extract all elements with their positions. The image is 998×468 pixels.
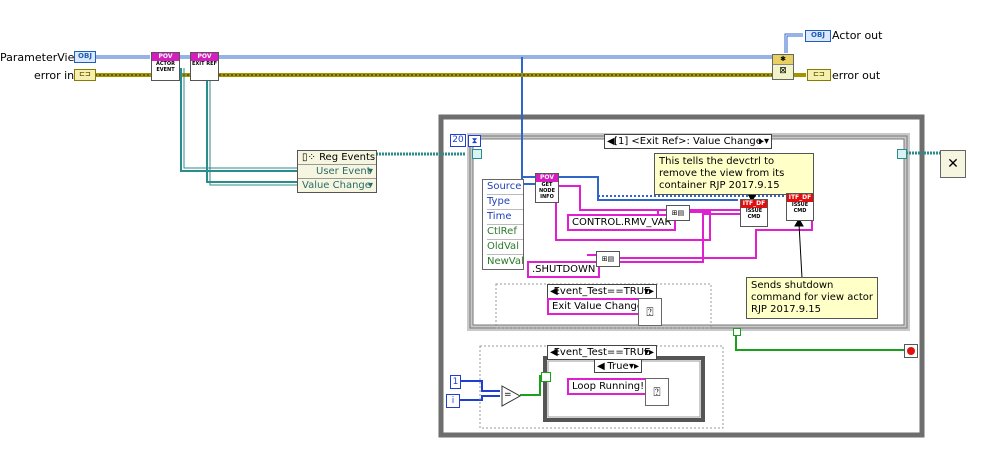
diagram-disable-selector-inner[interactable]: ◀ Event_Test==TRUE ▾▸ <box>547 284 657 299</box>
exit-ref-header: POV <box>191 53 218 61</box>
hourglass-icon: ⧗ <box>468 135 481 147</box>
reg-events-row-label: Value Change <box>302 180 371 191</box>
exit-ref-body: EXIT REF <box>192 61 217 67</box>
event-data-source[interactable]: Source <box>487 180 523 195</box>
event-data-ctlref[interactable]: CtlRef <box>487 225 523 240</box>
issue-cmd-header: ITF_DF <box>787 194 813 202</box>
issue-cmd-subvi-2[interactable]: ITF_DF ISSUE CMD <box>786 193 814 221</box>
concat-strings-node-2[interactable]: ⊞▤ <box>596 251 620 267</box>
stop-condition-terminal[interactable] <box>904 344 918 358</box>
reg-events-node[interactable]: ▯⁘ Reg Events User Event ▾ Value Change … <box>297 150 377 193</box>
chevron-down-icon[interactable]: ▾▸ <box>629 360 639 373</box>
equal-node-label: = <box>504 390 512 400</box>
issue-cmd-body: ISSUE CMD <box>745 208 763 220</box>
exit-ref-subvi[interactable]: POV EXIT REF <box>190 52 219 81</box>
issue-cmd-subvi-1[interactable]: ITF_DF ISSUE CMD <box>740 199 768 227</box>
numeric-one-constant[interactable]: 1 <box>450 375 461 389</box>
diagram-disable-selector-outer[interactable]: ◀ Event_Test==TRUE ▾▸ <box>547 345 657 360</box>
timeout-constant[interactable]: 20 <box>450 134 466 147</box>
actor-event-body: ACTOR EVENT <box>155 61 176 73</box>
diagram-disable-outer-label: Event_Test==TRUE <box>553 347 651 358</box>
event-data-newval[interactable]: NewVal <box>487 255 524 269</box>
error-out-terminal[interactable]: ⊏⊐ <box>807 69 831 81</box>
event-data-oldval[interactable]: OldVal <box>487 240 523 255</box>
actor-event-header: POV <box>152 53 179 61</box>
one-button-dialog-icon-2[interactable]: ⍰ <box>645 378 669 406</box>
case-selector-terminal[interactable] <box>541 372 551 382</box>
decrement-arrow-icon[interactable]: ◀ <box>550 285 558 298</box>
one-button-dialog-icon[interactable]: ⍰ <box>638 298 662 326</box>
chevron-down-icon[interactable]: ▾▸ <box>644 285 654 298</box>
event-data-time[interactable]: Time <box>487 210 523 225</box>
event-data-node[interactable]: Source Type Time CtlRef OldVal NewVal <box>482 179 524 270</box>
boolean-tunnel <box>733 328 741 336</box>
actor-out-terminal[interactable]: OBJ <box>805 30 831 42</box>
get-node-info-body: GET NODE INFO <box>538 182 555 200</box>
get-node-info-subvi[interactable]: POV GET NODE INFO <box>535 173 559 203</box>
decrement-arrow-icon[interactable]: ◀ <box>607 135 615 148</box>
error-out-label: error out <box>832 69 881 82</box>
issue-cmd-header: ITF_DF <box>741 200 767 208</box>
decrement-arrow-icon[interactable]: ◀ <box>597 360 605 373</box>
diagram-disable-inner-label: Event_Test==TRUE <box>553 286 651 297</box>
dynamic-event-terminal[interactable] <box>472 149 482 159</box>
unregister-events-icon[interactable]: ✕ <box>940 150 966 178</box>
chevron-down-icon[interactable]: ▾▸ <box>644 346 654 359</box>
error-in-label: error in <box>34 69 75 82</box>
comment-shutdown-cmd: Sends shutdown command for view actor RJ… <box>746 277 878 319</box>
concat-strings-node-1[interactable]: ⊞▤ <box>666 205 690 221</box>
event-wire <box>180 68 940 186</box>
control-rmv-var-constant[interactable]: CONTROL.RMV_VAR <box>567 214 677 231</box>
merge-node-icon[interactable]: ✱ ⊠ <box>772 54 794 80</box>
event-output-terminal[interactable] <box>897 149 907 159</box>
event-data-type[interactable]: Type <box>487 195 523 210</box>
comment-remove-view: This tells the devctrl to remove the vie… <box>654 153 814 195</box>
error-in-terminal[interactable]: ⊏⊐ <box>74 69 96 81</box>
reg-events-title: Reg Events <box>319 152 376 163</box>
actor-event-subvi[interactable]: POV ACTOR EVENT <box>151 52 180 81</box>
loop-running-constant[interactable]: Loop Running! <box>567 378 650 395</box>
case-selector-true[interactable]: ◀ True ▾▸ <box>594 359 642 373</box>
loop-iteration-terminal[interactable]: i <box>446 394 460 408</box>
event-case-selector-label: [1] <Exit Ref>: Value Change <box>614 136 762 147</box>
reg-events-icon: ▯⁘ <box>302 152 320 163</box>
reg-events-row-value-change[interactable]: Value Change ▾ <box>298 179 376 192</box>
event-case-selector[interactable]: ◀ [1] <Exit Ref>: Value Change ▸▾ <box>604 134 772 149</box>
chevron-down-icon: ▾ <box>367 166 373 177</box>
parameter-view-terminal[interactable]: OBJ <box>74 51 96 63</box>
chevron-down-icon[interactable]: ▸▾ <box>759 135 769 148</box>
case-selector-true-label: True <box>607 361 629 372</box>
chevron-down-icon: ▾ <box>367 180 373 191</box>
actor-out-label: Actor out <box>832 29 883 42</box>
get-node-info-header: POV <box>536 174 558 182</box>
shutdown-constant[interactable]: .SHUTDOWN <box>527 261 601 278</box>
reg-events-row-label: User Event <box>316 166 371 177</box>
decrement-arrow-icon[interactable]: ◀ <box>550 346 558 359</box>
issue-cmd-body: ISSUE CMD <box>791 202 809 214</box>
reg-events-row-user-event[interactable]: User Event ▾ <box>298 165 376 179</box>
